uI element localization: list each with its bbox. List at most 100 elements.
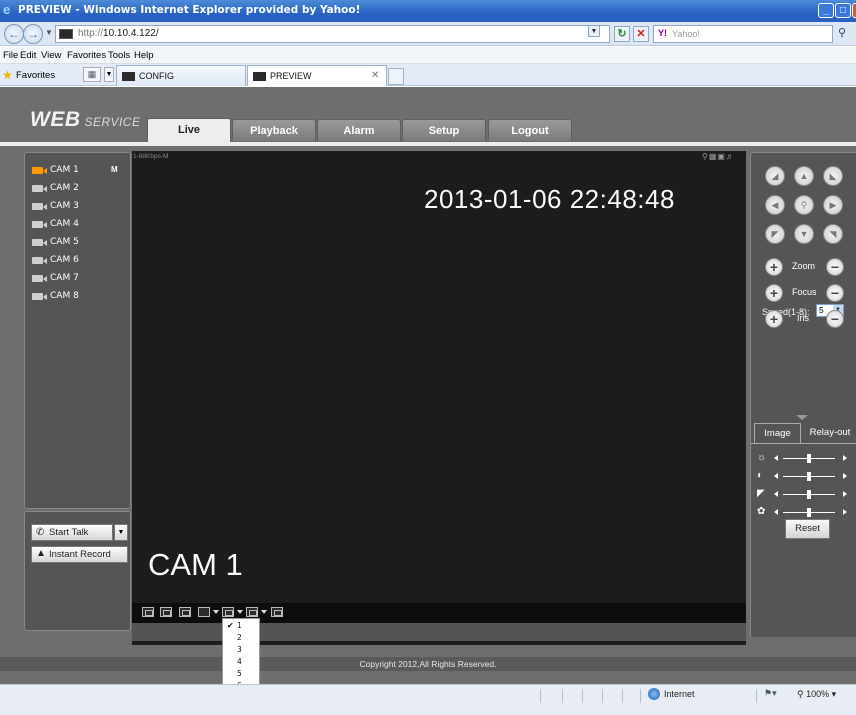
tab-close-icon[interactable]: ✕ <box>371 70 379 81</box>
zoom-out-button[interactable]: − <box>826 258 844 276</box>
ptz-up-icon[interactable]: ▲ <box>794 166 814 186</box>
view-dropdown-icon[interactable] <box>213 610 219 614</box>
nav-tab-setup[interactable]: Setup <box>402 119 486 141</box>
menu-favorites[interactable]: Favorites <box>67 50 106 61</box>
tab-favicon-icon <box>253 72 266 81</box>
nav-tab-playback[interactable]: Playback <box>232 119 316 141</box>
nav-tab-live[interactable]: Live <box>147 118 231 142</box>
ptz-right-icon[interactable]: ▶ <box>823 195 843 215</box>
stop-button[interactable]: ✕ <box>633 26 649 42</box>
menu-file[interactable]: File <box>3 50 18 61</box>
menu-view[interactable]: View <box>41 50 61 61</box>
refresh-button[interactable]: ↻ <box>614 26 630 42</box>
camera-item-2[interactable]: CAM 2 <box>32 183 127 197</box>
instant-record-button[interactable]: ▲ Instant Record <box>31 546 128 563</box>
favorites-star-icon[interactable]: ★ <box>2 68 13 82</box>
address-dropdown-icon[interactable]: ▼ <box>588 25 600 37</box>
favorites-button[interactable]: Favorites <box>16 70 55 81</box>
zoom-level[interactable]: ⚲ 100% ▾ <box>797 689 836 700</box>
decrease-arrow-icon[interactable] <box>774 509 778 515</box>
menu-edit[interactable]: Edit <box>20 50 36 61</box>
multi-view-icon[interactable] <box>246 607 258 617</box>
decrease-arrow-icon[interactable] <box>774 455 778 461</box>
camera-label: CAM 3 <box>50 201 79 211</box>
ptz-up-left-icon[interactable]: ◢ <box>765 166 785 186</box>
collapse-arrow-icon[interactable] <box>796 415 808 420</box>
focus-near-button[interactable]: + <box>765 284 783 302</box>
iris-open-button[interactable]: + <box>765 310 783 328</box>
video-view[interactable]: 1-68Kbps-M ⚲▦▣♬ 2013-01-06 22:48:48 CAM … <box>132 151 746 645</box>
increase-arrow-icon[interactable] <box>843 491 847 497</box>
reset-button[interactable]: Reset <box>785 519 830 539</box>
increase-arrow-icon[interactable] <box>843 455 847 461</box>
nav-tab-logout[interactable]: Logout <box>488 119 572 141</box>
saturation-slider[interactable]: ◤ <box>757 488 853 501</box>
close-button[interactable]: x <box>852 3 856 18</box>
snapshot-icon[interactable] <box>160 607 172 617</box>
original-size-icon[interactable] <box>142 607 154 617</box>
increase-arrow-icon[interactable] <box>843 473 847 479</box>
multi-view-dropdown-icon[interactable] <box>261 610 267 614</box>
ptz-up-right-icon[interactable]: ◣ <box>823 166 843 186</box>
camera-item-8[interactable]: CAM 8 <box>32 291 127 305</box>
menu-tools[interactable]: Tools <box>108 50 130 61</box>
split-option-1[interactable]: 1 <box>237 621 242 630</box>
status-divider <box>582 689 583 703</box>
browser-tab-preview[interactable]: PREVIEW ✕ <box>247 65 387 86</box>
camera-item-5[interactable]: CAM 5 <box>32 237 127 251</box>
ptz-down-left-icon[interactable]: ◤ <box>765 224 785 244</box>
ptz-down-icon[interactable]: ▼ <box>794 224 814 244</box>
back-button[interactable]: ← <box>4 24 24 44</box>
split-dropdown-icon[interactable] <box>237 610 243 614</box>
tab-image[interactable]: Image <box>754 423 801 444</box>
decrease-arrow-icon[interactable] <box>774 491 778 497</box>
ptz-center-icon[interactable]: ⚲ <box>794 195 814 215</box>
ptz-down-right-icon[interactable]: ◥ <box>823 224 843 244</box>
main-stream-badge[interactable]: M <box>111 165 118 174</box>
increase-arrow-icon[interactable] <box>843 509 847 515</box>
split-option-4[interactable]: 4 <box>237 657 242 666</box>
address-bar[interactable]: http://10.10.4.122/ <box>55 25 610 43</box>
nav-tab-alarm[interactable]: Alarm <box>317 119 401 141</box>
slider-thumb[interactable] <box>807 508 811 517</box>
slider-thumb[interactable] <box>807 454 811 463</box>
brightness-slider[interactable]: ☼ <box>757 452 853 465</box>
start-talk-button[interactable]: ✆ Start Talk <box>31 524 113 541</box>
slider-thumb[interactable] <box>807 472 811 481</box>
search-button[interactable]: ⚲ <box>838 26 846 39</box>
browser-tab-config[interactable]: CONFIG <box>116 65 246 86</box>
tab-relay-out[interactable]: Relay-out <box>803 423 856 443</box>
forward-button[interactable]: → <box>23 24 43 44</box>
split-option-5[interactable]: 5 <box>237 669 242 678</box>
quick-tabs-icon[interactable]: ▦ <box>83 67 101 82</box>
ptz-left-icon[interactable]: ◀ <box>765 195 785 215</box>
contrast-slider[interactable]: ◐ <box>757 470 853 483</box>
split-option-2[interactable]: 2 <box>237 633 242 642</box>
hue-slider[interactable]: ✿ <box>757 506 853 519</box>
minimize-button[interactable]: _ <box>818 3 834 18</box>
split-option-3[interactable]: 3 <box>237 645 242 654</box>
camera-item-7[interactable]: CAM 7 <box>32 273 127 287</box>
protected-mode-icon[interactable]: ⚑▾ <box>764 688 777 699</box>
camera-item-1[interactable]: CAM 1 M <box>32 165 127 179</box>
new-tab-button[interactable] <box>388 68 404 85</box>
search-input[interactable]: Y! Yahoo! <box>653 25 833 43</box>
tab-list-dropdown-icon[interactable]: ▼ <box>104 67 114 82</box>
history-dropdown-icon[interactable]: ▼ <box>45 28 53 37</box>
camera-item-6[interactable]: CAM 6 <box>32 255 127 269</box>
focus-far-button[interactable]: − <box>826 284 844 302</box>
fullscreen-icon[interactable] <box>179 607 191 617</box>
zoom-in-button[interactable]: + <box>765 258 783 276</box>
camera-item-3[interactable]: CAM 3 <box>32 201 127 215</box>
talk-mode-dropdown[interactable]: ▼ <box>114 524 128 541</box>
single-view-icon[interactable] <box>198 607 210 617</box>
video-tool-icons[interactable]: ⚲▦▣♬ <box>702 152 735 161</box>
slider-thumb[interactable] <box>807 490 811 499</box>
menu-help[interactable]: Help <box>134 50 154 61</box>
camera-item-4[interactable]: CAM 4 <box>32 219 127 233</box>
iris-close-button[interactable]: − <box>826 310 844 328</box>
maximize-button[interactable]: □ <box>835 3 851 18</box>
grid-view-icon[interactable] <box>271 607 283 617</box>
decrease-arrow-icon[interactable] <box>774 473 778 479</box>
split-screen-icon[interactable] <box>222 607 234 617</box>
